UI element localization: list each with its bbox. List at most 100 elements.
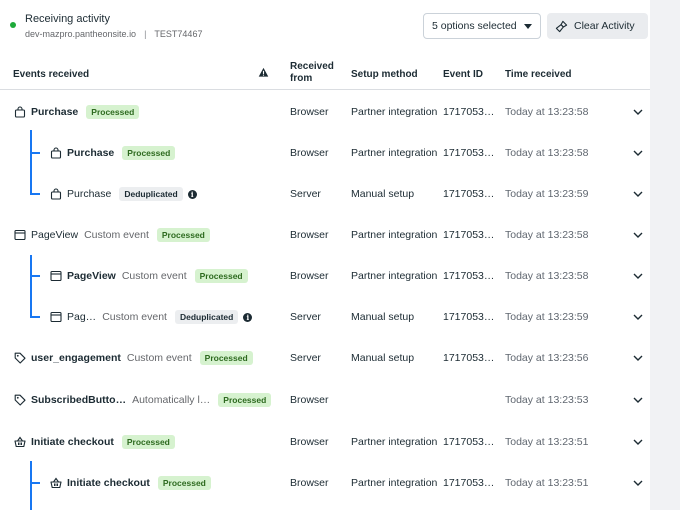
event-name: Pag…	[67, 311, 97, 323]
column-event-id: Event ID	[443, 69, 484, 80]
bag-icon	[49, 147, 62, 160]
tag-icon	[13, 394, 26, 407]
chevron-down-icon[interactable]	[630, 133, 646, 173]
setup-method: Partner integration	[351, 147, 438, 159]
right-gutter	[650, 0, 680, 510]
event-name: PageView	[31, 229, 79, 241]
chevron-down-icon[interactable]	[630, 338, 646, 378]
column-setup-method: Setup method	[351, 69, 418, 80]
status-badge: Processed	[218, 393, 272, 407]
table-row[interactable]: Purchase Processed Browser Partner integ…	[0, 92, 650, 132]
time-received: Today at 13:23:59	[505, 188, 589, 200]
separator: |	[144, 29, 147, 39]
status-badge: Processed	[121, 435, 175, 449]
event-id: 1717053…	[443, 188, 495, 200]
status-badge: Deduplicated	[119, 187, 183, 201]
chevron-down-icon[interactable]	[630, 422, 646, 462]
column-received-from-line1: Received	[290, 61, 334, 72]
chevron-down-icon[interactable]	[630, 380, 646, 420]
time-received: Today at 13:23:56	[505, 352, 589, 364]
chevron-down-icon[interactable]	[630, 215, 646, 255]
chevron-down-icon[interactable]	[630, 92, 646, 132]
setup-method: Partner integration	[351, 436, 438, 448]
table-row[interactable]: PageView Custom event Processed Browser …	[0, 256, 650, 296]
time-received: Today at 13:23:58	[505, 106, 589, 118]
chevron-down-icon[interactable]	[630, 174, 646, 214]
status-badge: Processed	[86, 105, 140, 119]
info-icon[interactable]: i	[187, 189, 197, 199]
table-row[interactable]: Pag… Custom event Deduplicated i Server …	[0, 297, 650, 337]
basket-icon	[49, 477, 62, 490]
event-name: Initiate checkout	[31, 436, 114, 448]
time-received: Today at 13:23:51	[505, 477, 589, 489]
status-badge: Processed	[156, 228, 210, 242]
status-indicator	[10, 22, 16, 28]
setup-method: Partner integration	[351, 270, 438, 282]
status-badge: Processed	[194, 269, 248, 283]
status-badge: Processed	[157, 476, 211, 490]
event-id: 1717053…	[443, 270, 495, 282]
received-from: Server	[290, 188, 321, 200]
options-select[interactable]: 5 options selected	[423, 13, 541, 39]
clear-activity-button[interactable]: Clear Activity	[547, 13, 648, 39]
test-code: TEST74467	[154, 29, 203, 39]
custom-event-label: Custom event	[126, 352, 192, 364]
event-id: 1717053…	[443, 352, 495, 364]
received-from: Server	[290, 311, 321, 323]
table-row[interactable]: Initiate checkout Processed Browser Part…	[0, 422, 650, 462]
column-received-from-line2: from	[290, 73, 313, 84]
time-received: Today at 13:23:53	[505, 394, 589, 406]
event-name: SubscribedButto…	[31, 394, 127, 406]
received-from: Browser	[290, 229, 329, 241]
status-badge: Processed	[199, 351, 253, 365]
event-id	[443, 380, 503, 420]
page-icon	[49, 270, 62, 283]
chevron-down-icon[interactable]	[630, 463, 646, 503]
basket-icon	[13, 436, 26, 449]
event-id: 1717053…	[443, 229, 495, 241]
status-badge: Deduplicated	[174, 310, 239, 324]
event-id: 1717053…	[443, 436, 495, 448]
bag-icon	[13, 106, 26, 119]
table-row[interactable]: SubscribedButto… Automatically l… Proces…	[0, 380, 650, 420]
column-events-received: Events received	[13, 69, 90, 80]
time-received: Today at 13:23:58	[505, 147, 589, 159]
status-badge: Processed	[122, 146, 176, 160]
time-received: Today at 13:23:58	[505, 229, 589, 241]
setup-method: Manual setup	[351, 311, 415, 323]
received-from: Server	[290, 352, 321, 364]
setup-method: Partner integration	[351, 106, 438, 118]
setup-method: Partner integration	[351, 477, 438, 489]
custom-event-label: Custom event	[84, 229, 149, 241]
event-id: 1717053…	[443, 477, 495, 489]
table-row[interactable]: Purchase Processed Browser Partner integ…	[0, 133, 650, 173]
column-time-received: Time received	[505, 69, 572, 80]
setup-method: Manual setup	[351, 352, 415, 364]
received-from: Browser	[290, 436, 329, 448]
event-name: Purchase	[31, 106, 79, 118]
event-name: Initiate checkout	[67, 477, 150, 489]
event-activity-panel: Receiving activity dev-mazpro.pantheonsi…	[0, 0, 650, 510]
table-row[interactable]: Purchase Deduplicated i Server Manual se…	[0, 174, 650, 214]
event-id: 1717053…	[443, 106, 495, 118]
options-select-label: 5 options selected	[432, 20, 517, 32]
custom-event-label: Automatically l…	[132, 394, 211, 406]
table-row[interactable]: user_engagement Custom event Processed S…	[0, 338, 650, 378]
event-name: user_engagement	[31, 352, 121, 364]
time-received: Today at 13:23:51	[505, 436, 589, 448]
event-name: PageView	[67, 270, 116, 282]
received-from: Browser	[290, 394, 329, 406]
received-from: Browser	[290, 477, 329, 489]
received-from: Browser	[290, 106, 329, 118]
table-row[interactable]: Initiate checkout Processed Browser Part…	[0, 463, 650, 503]
info-icon[interactable]: i	[243, 312, 253, 322]
time-received: Today at 13:23:59	[505, 311, 589, 323]
table-row[interactable]: PageView Custom event Processed Browser …	[0, 215, 650, 255]
time-received: Today at 13:23:58	[505, 270, 589, 282]
chevron-down-icon[interactable]	[630, 256, 646, 296]
event-id: 1717053…	[443, 311, 495, 323]
setup-method: Partner integration	[351, 229, 438, 241]
clear-activity-label: Clear Activity	[574, 20, 635, 32]
table-header: Events received Received from Setup meth…	[0, 58, 650, 90]
chevron-down-icon[interactable]	[630, 297, 646, 337]
